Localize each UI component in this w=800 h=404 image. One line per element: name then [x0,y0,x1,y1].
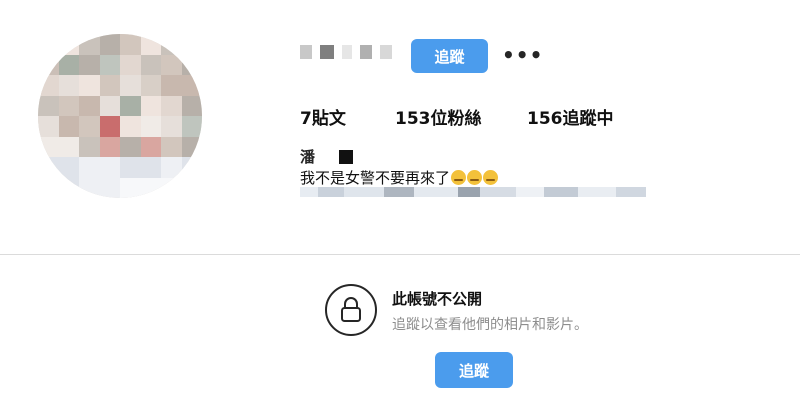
avatar-pixel [99,95,120,116]
avatar-pixel [79,54,100,75]
avatar-pixel [181,95,202,116]
avatar-pixel [38,116,59,137]
avatar-pixel [181,136,202,157]
avatar-pixel [38,54,59,75]
avatar-pixel [161,95,182,116]
bio-link-censored [300,186,646,198]
avatar-pixel [79,136,100,157]
following-count[interactable]: 156追蹤中 [527,104,614,129]
avatar-pixel [79,95,100,116]
avatar-pixel [99,75,120,96]
avatar-pixel [120,177,141,198]
avatar-pixel [99,34,120,55]
avatar-pixel [58,34,79,55]
avatar-pixel [161,136,182,157]
avatar-pixel [58,136,79,157]
avatar-pixel [38,177,59,198]
avatar-pixel [120,136,141,157]
avatar-pixel [38,136,59,157]
avatar-pixel [79,177,100,198]
avatar-pixel [161,34,182,55]
profile-name-text: 潘 [300,148,316,166]
avatar-pixel [140,136,161,157]
followers-count[interactable]: 153位粉絲 [395,104,482,129]
avatar-pixel [120,116,141,137]
avatar-pixel [58,95,79,116]
avatar-pixel [140,75,161,96]
username-censored [300,45,392,59]
avatar-pixel [120,95,141,116]
avatar-pixel [99,177,120,198]
avatar-pixel [161,75,182,96]
avatar-pixel [181,75,202,96]
avatar-pixel [58,177,79,198]
pensive-emoji-icon [483,170,499,185]
profile-name: 潘 [300,146,354,167]
bio-text: 我不是女警不要再來了 [300,169,451,187]
avatar-pixel [120,54,141,75]
private-account-title: 此帳號不公開 [392,290,483,308]
pensive-emoji-icon [451,170,467,185]
avatar-pixel [161,177,182,198]
avatar-pixel [140,54,161,75]
avatar-pixel [181,157,202,178]
avatar-pixel [99,54,120,75]
pensive-emoji-icon [467,170,483,185]
avatar-pixel [79,116,100,137]
avatar-pixel [140,116,161,137]
avatar-pixel [99,157,120,178]
avatar-pixel [120,157,141,178]
avatar-pixel [181,34,202,55]
posts-count: 7貼文 [300,109,346,129]
avatar-pixel [58,54,79,75]
avatar-pixel [38,95,59,116]
avatar-pixel [58,75,79,96]
avatar-pixel [140,34,161,55]
name-censor-block [339,149,354,164]
lock-icon [325,284,377,336]
bio: 我不是女警不要再來了 [300,167,499,188]
avatar-pixel [58,116,79,137]
avatar-pixel [161,157,182,178]
avatar-pixel [181,54,202,75]
avatar-pixel [181,177,202,198]
avatar-pixel [120,34,141,55]
avatar-pixel [79,75,100,96]
private-account-subtitle: 追蹤以查看他們的相片和影片。 [392,317,588,333]
avatar-pixel [120,75,141,96]
avatar-pixel [38,75,59,96]
avatar-pixel [38,34,59,55]
more-options-icon[interactable]: ••• [502,43,543,67]
avatar-pixel [99,136,120,157]
avatar-pixel [140,157,161,178]
avatar-pixel [161,116,182,137]
follow-button-bottom[interactable]: 追蹤 [435,352,513,388]
follow-button[interactable]: 追蹤 [411,39,488,73]
avatar-pixel [99,116,120,137]
avatar-pixel [140,95,161,116]
avatar[interactable] [38,34,202,198]
avatar-pixel [140,177,161,198]
avatar-pixel [38,157,59,178]
avatar-pixel [58,157,79,178]
avatar-pixel [79,34,100,55]
avatar-pixel [161,54,182,75]
divider [0,254,800,255]
avatar-pixel [79,157,100,178]
avatar-pixel [181,116,202,137]
